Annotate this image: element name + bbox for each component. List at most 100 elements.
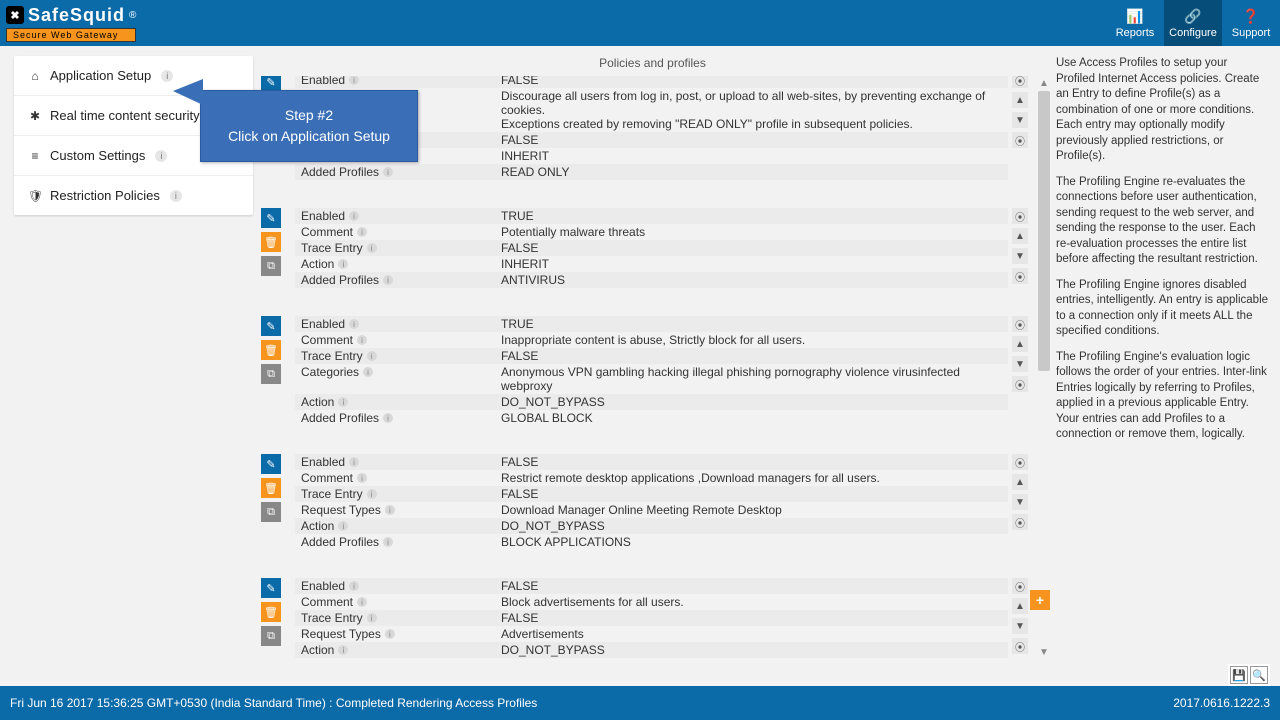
field-label: Added Profiles i <box>295 272 495 288</box>
sidebar-icon: ⌂ <box>28 69 42 83</box>
target-icon[interactable]: ⦿ <box>1012 578 1028 594</box>
scroll-down-icon[interactable]: ▼ <box>1039 645 1049 660</box>
help-paragraph: The Profiling Engine re-evaluates the co… <box>1056 175 1268 268</box>
delete-button[interactable]: 🗑 <box>261 340 281 360</box>
move-up-icon[interactable]: ▲ <box>1012 598 1028 614</box>
sidebar-icon: ✱ <box>28 109 42 123</box>
chart-icon: 📊 <box>1126 8 1143 25</box>
sidebar-item-3[interactable]: 🛡Restriction Policiesi <box>14 176 253 215</box>
field-row: Categories iAnonymous VPN gambling hacki… <box>295 364 1008 394</box>
clone-button[interactable]: ⧉ <box>261 256 281 276</box>
callout-line2: Click on Application Setup <box>211 126 407 147</box>
clone-button[interactable]: ⧉ <box>261 364 281 384</box>
field-row: Comment iPotentially malware threats <box>295 224 1008 240</box>
field-row: Comment iRestrict remote desktop applica… <box>295 470 1008 486</box>
field-value: TRUE <box>495 208 1008 224</box>
save-icon[interactable]: 💾 <box>1230 666 1248 684</box>
move-down-icon[interactable]: ▼ <box>1012 356 1028 372</box>
policy-entry: ✎🗑⧉Enabled iFALSEComment iRestrict remot… <box>253 454 1032 550</box>
brand-reg: ® <box>129 10 136 21</box>
field-label: Enabled i <box>295 316 495 332</box>
move-up-icon[interactable]: ▲ <box>1012 336 1028 352</box>
field-value: FALSE <box>495 486 1008 502</box>
field-row: Comment iBlock advertisements for all us… <box>295 594 1008 610</box>
clone-button[interactable]: ⧉ <box>261 502 281 522</box>
status-text: Fri Jun 16 2017 15:36:25 GMT+0530 (India… <box>10 696 537 710</box>
brand-name: SafeSquid <box>28 5 125 26</box>
field-value: GLOBAL BLOCK <box>495 410 1008 426</box>
nav-reports[interactable]: 📊Reports <box>1106 0 1164 46</box>
field-row: Comment iInappropriate content is abuse,… <box>295 332 1008 348</box>
clone-button[interactable]: ⧉ <box>261 626 281 646</box>
info-icon: i <box>349 319 359 329</box>
field-value: DO_NOT_BYPASS <box>495 518 1008 534</box>
field-label: Action i <box>295 394 495 410</box>
edit-button[interactable]: ✎ <box>261 578 281 598</box>
info-icon: i <box>338 521 348 531</box>
field-value: DO_NOT_BYPASS <box>495 394 1008 410</box>
help-paragraph: The Profiling Engine ignores disabled en… <box>1056 278 1268 340</box>
logo-icon: ✖ <box>6 6 24 24</box>
field-row: Trace Entry iFALSE <box>295 240 1008 256</box>
delete-button[interactable]: 🗑 <box>261 602 281 622</box>
target-icon[interactable]: ⦿ <box>1012 268 1028 284</box>
field-value: FALSE <box>495 76 1008 88</box>
top-nav: 📊Reports 🔗Configure ❓Support <box>1106 0 1280 46</box>
status-bar: Fri Jun 16 2017 15:36:25 GMT+0530 (India… <box>0 686 1280 720</box>
edit-button[interactable]: ✎ <box>261 316 281 336</box>
delete-button[interactable]: 🗑 <box>261 478 281 498</box>
target-icon[interactable]: ⦿ <box>1012 208 1028 224</box>
field-label: Added Profiles i <box>295 164 495 180</box>
field-value: Block advertisements for all users. <box>495 594 1008 610</box>
field-row: Trace Entry iFALSE <box>295 348 1008 364</box>
search-icon[interactable]: 🔍 <box>1250 666 1268 684</box>
edit-button[interactable]: ✎ <box>261 454 281 474</box>
field-label: Comment i <box>295 332 495 348</box>
field-value: ANTIVIRUS <box>495 272 1008 288</box>
field-label: Enabled i <box>295 578 495 594</box>
info-icon: i <box>349 76 359 85</box>
field-label: Request Types i <box>295 626 495 642</box>
add-entry-button[interactable]: + <box>1030 590 1050 610</box>
field-label: Added Profiles i <box>295 410 495 426</box>
move-up-icon[interactable]: ▲ <box>1012 228 1028 244</box>
move-down-icon[interactable]: ▼ <box>1012 618 1028 634</box>
target-icon[interactable]: ⦿ <box>1012 132 1028 148</box>
nav-support[interactable]: ❓Support <box>1222 0 1280 46</box>
field-value: FALSE <box>495 348 1008 364</box>
move-up-icon[interactable]: ▲ <box>1012 474 1028 490</box>
policy-entry: ✎ 🗑 ⧉ Enabled iTRUEComment iPotentially mal… <box>253 208 1032 288</box>
move-down-icon[interactable]: ▼ <box>1012 494 1028 510</box>
field-row: Action iDO_NOT_BYPASS <box>295 394 1008 410</box>
move-down-icon[interactable]: ▼ <box>1012 248 1028 264</box>
nav-configure[interactable]: 🔗Configure <box>1164 0 1222 46</box>
field-value: FALSE <box>495 610 1008 626</box>
target-icon[interactable]: ⦿ <box>1012 316 1028 332</box>
delete-button[interactable]: 🗑 <box>261 232 281 252</box>
field-value: BLOCK APPLICATIONS <box>495 534 1008 550</box>
move-up-icon[interactable]: ▲ <box>1012 92 1028 108</box>
scrollbar[interactable]: ▲ ▼ <box>1036 76 1052 660</box>
field-label: Enabled i <box>295 208 495 224</box>
target-icon[interactable]: ⦿ <box>1012 638 1028 654</box>
field-label: Enabled i <box>295 76 495 88</box>
help-panel: Use Access Profiles to setup your Profil… <box>1052 46 1280 660</box>
field-value: FALSE <box>495 578 1008 594</box>
info-icon: i <box>170 190 182 202</box>
scroll-up-icon[interactable]: ▲ <box>1039 76 1049 91</box>
field-row: Action iDO_NOT_BYPASS <box>295 518 1008 534</box>
sidebar-icon: ≡ <box>28 149 42 163</box>
help-paragraph: Use Access Profiles to setup your Profil… <box>1056 56 1268 165</box>
scroll-thumb[interactable] <box>1038 91 1050 371</box>
field-label: Comment i <box>295 594 495 610</box>
target-icon[interactable]: ⦿ <box>1012 514 1028 530</box>
field-value: Anonymous VPN gambling hacking illegal p… <box>495 364 1008 394</box>
target-icon[interactable]: ⦿ <box>1012 376 1028 392</box>
brand-subtitle: Secure Web Gateway <box>6 28 136 42</box>
target-icon[interactable]: ⦿ <box>1012 76 1028 88</box>
field-row: Enabled iFALSE <box>295 578 1008 594</box>
move-down-icon[interactable]: ▼ <box>1012 112 1028 128</box>
target-icon[interactable]: ⦿ <box>1012 454 1028 470</box>
field-label: Trace Entry i <box>295 240 495 256</box>
edit-button[interactable]: ✎ <box>261 208 281 228</box>
